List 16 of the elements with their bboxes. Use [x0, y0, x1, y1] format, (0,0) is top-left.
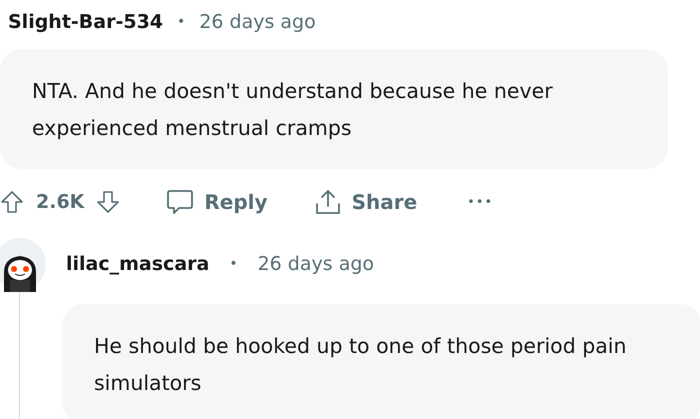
upvote-icon[interactable]	[0, 190, 24, 214]
timestamp: 26 days ago	[258, 253, 374, 275]
comment-text: He should be hooked up to one of those period pain simulators	[62, 304, 700, 419]
timestamp: 26 days ago	[199, 11, 316, 33]
comment-text: NTA. And he doesn't understand because he never experienced menstrual cramps	[0, 49, 668, 169]
downvote-icon[interactable]	[96, 190, 120, 214]
more-options-button[interactable]: •••	[467, 194, 494, 210]
speech-bubble-icon	[166, 189, 194, 215]
username[interactable]: lilac_mascara	[66, 253, 210, 275]
username[interactable]: Slight-Bar-534	[8, 11, 164, 33]
separator-dot: •	[177, 14, 186, 30]
separator-dot: •	[229, 256, 238, 272]
reply-button[interactable]: Reply	[166, 189, 268, 215]
share-icon	[314, 188, 342, 216]
share-button[interactable]: Share	[314, 188, 418, 216]
vote-count: 2.6K	[36, 191, 84, 213]
